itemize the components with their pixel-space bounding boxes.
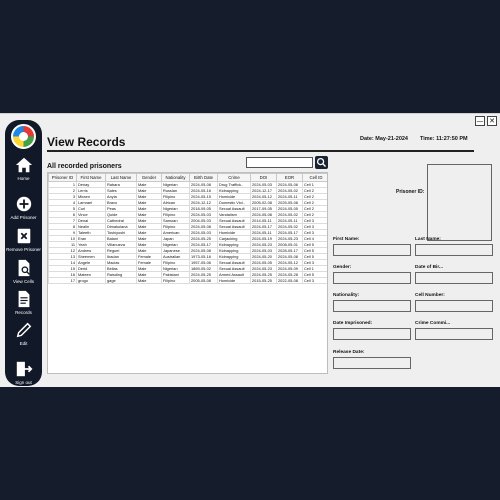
birth-date-label: Date of Bir... <box>415 265 443 270</box>
table-cell: 2015-05-25 <box>250 277 277 284</box>
cell-number-label: Cell Number: <box>415 293 445 298</box>
nationality-label: Nationality: <box>333 293 360 298</box>
window-controls: — ✕ <box>475 116 497 126</box>
table-cell: Homicide <box>217 277 251 284</box>
column-header[interactable]: Gender <box>136 173 162 182</box>
sidebar-item-view-cells[interactable]: View Cells <box>5 259 42 284</box>
column-header[interactable]: Cell ID <box>302 173 327 182</box>
search-icon <box>316 157 326 167</box>
crime-committed-label: Crime Commi... <box>415 321 451 326</box>
column-header[interactable]: DOI <box>250 173 277 182</box>
table-cell: grogo <box>76 277 106 284</box>
table-cell: Filipino <box>161 277 190 284</box>
column-header[interactable]: First Name <box>76 173 106 182</box>
table-cell: Cell 3 <box>302 277 327 284</box>
date-label: Date: May-21-2024 <box>360 136 408 142</box>
document-search-icon <box>18 259 30 277</box>
sign-out-icon <box>16 361 32 377</box>
table-row[interactable]: 17 grogo gage Male Filipino 2005-05-08 Homicid… <box>48 277 327 284</box>
last-name-label: Last Name: <box>415 237 441 242</box>
sidebar-item-sign-out[interactable]: Sign out <box>5 360 42 385</box>
date-imprisoned-field[interactable] <box>333 328 411 340</box>
column-header[interactable]: Crime <box>217 173 251 182</box>
first-name-field[interactable] <box>333 244 411 256</box>
sidebar-item-edit[interactable]: Edit <box>5 321 42 346</box>
table-body: 1 Denay Rabara Male Nigerian 2024-05-08 Drug T… <box>48 181 327 284</box>
search-input[interactable] <box>246 157 313 168</box>
page-title: View Records <box>47 135 126 149</box>
table-header-row: Prisoner ID First Name Last Name Gender Nati… <box>48 173 327 182</box>
gender-field[interactable] <box>333 272 411 284</box>
sidebar-item-label: Edit <box>19 341 28 346</box>
document-icon <box>18 290 29 308</box>
records-table[interactable]: Prisoner ID First Name Last Name Gender Nati… <box>47 172 328 374</box>
minimize-button[interactable]: — <box>475 116 485 126</box>
app-logo <box>11 124 36 149</box>
time-label: Time: 11:27:50 PM <box>420 136 468 142</box>
column-header[interactable]: Prisoner ID <box>48 173 77 182</box>
sidebar-item-home[interactable]: Home <box>5 156 42 181</box>
plus-circle-icon <box>16 196 31 212</box>
crime-committed-field[interactable] <box>415 328 493 340</box>
sidebar-item-label: Records <box>15 310 32 315</box>
release-date-field[interactable] <box>333 357 411 369</box>
sidebar-item-label: View Cells <box>13 279 34 284</box>
prisoner-id-label: Prisoner ID: <box>396 189 425 195</box>
sidebar-item-label: Remove Prisoner <box>6 247 41 252</box>
close-button[interactable]: ✕ <box>487 116 497 126</box>
prisoner-photo <box>427 164 492 241</box>
column-header[interactable]: Nationality <box>161 173 190 182</box>
sidebar-item-remove-prisoner[interactable]: Remove Prisoner <box>5 227 42 252</box>
table-cell: gage <box>105 277 137 284</box>
table-cell: 2005-05-08 <box>189 277 218 284</box>
column-header[interactable]: EOR <box>276 173 303 182</box>
last-name-field[interactable] <box>415 244 493 256</box>
first-name-label: First Name: <box>333 237 360 242</box>
pencil-icon <box>16 322 31 338</box>
section-title: All recorded prisoners <box>47 163 122 170</box>
app-window: — ✕ Home Add Prisoner Remove Prisoner Vi… <box>0 113 500 387</box>
search-button[interactable] <box>315 156 328 169</box>
birth-date-field[interactable] <box>415 272 493 284</box>
column-header[interactable]: Birth Date <box>189 173 218 182</box>
cell-number-field[interactable] <box>415 300 493 312</box>
sidebar-item-records[interactable]: Records <box>5 290 42 315</box>
date-imprisoned-label: Date Imprisoned: <box>333 321 373 326</box>
sidebar: Home Add Prisoner Remove Prisoner View C… <box>5 120 42 386</box>
x-box-icon <box>17 228 30 244</box>
column-header[interactable]: Last Name <box>105 173 137 182</box>
table-cell: Male <box>136 277 162 284</box>
release-date-label: Release Date: <box>333 350 365 355</box>
table-cell: 17 <box>48 277 77 284</box>
sidebar-item-label: Add Prisoner <box>10 215 37 220</box>
sidebar-item-add-prisoner[interactable]: Add Prisoner <box>5 195 42 220</box>
sidebar-item-label: Sign out <box>15 380 32 385</box>
sidebar-item-label: Home <box>17 176 30 181</box>
nationality-field[interactable] <box>333 300 411 312</box>
title-divider <box>47 150 474 152</box>
table-cell: 2022-05-08 <box>276 277 303 284</box>
gender-label: Gender: <box>333 265 352 270</box>
home-icon <box>15 157 32 173</box>
